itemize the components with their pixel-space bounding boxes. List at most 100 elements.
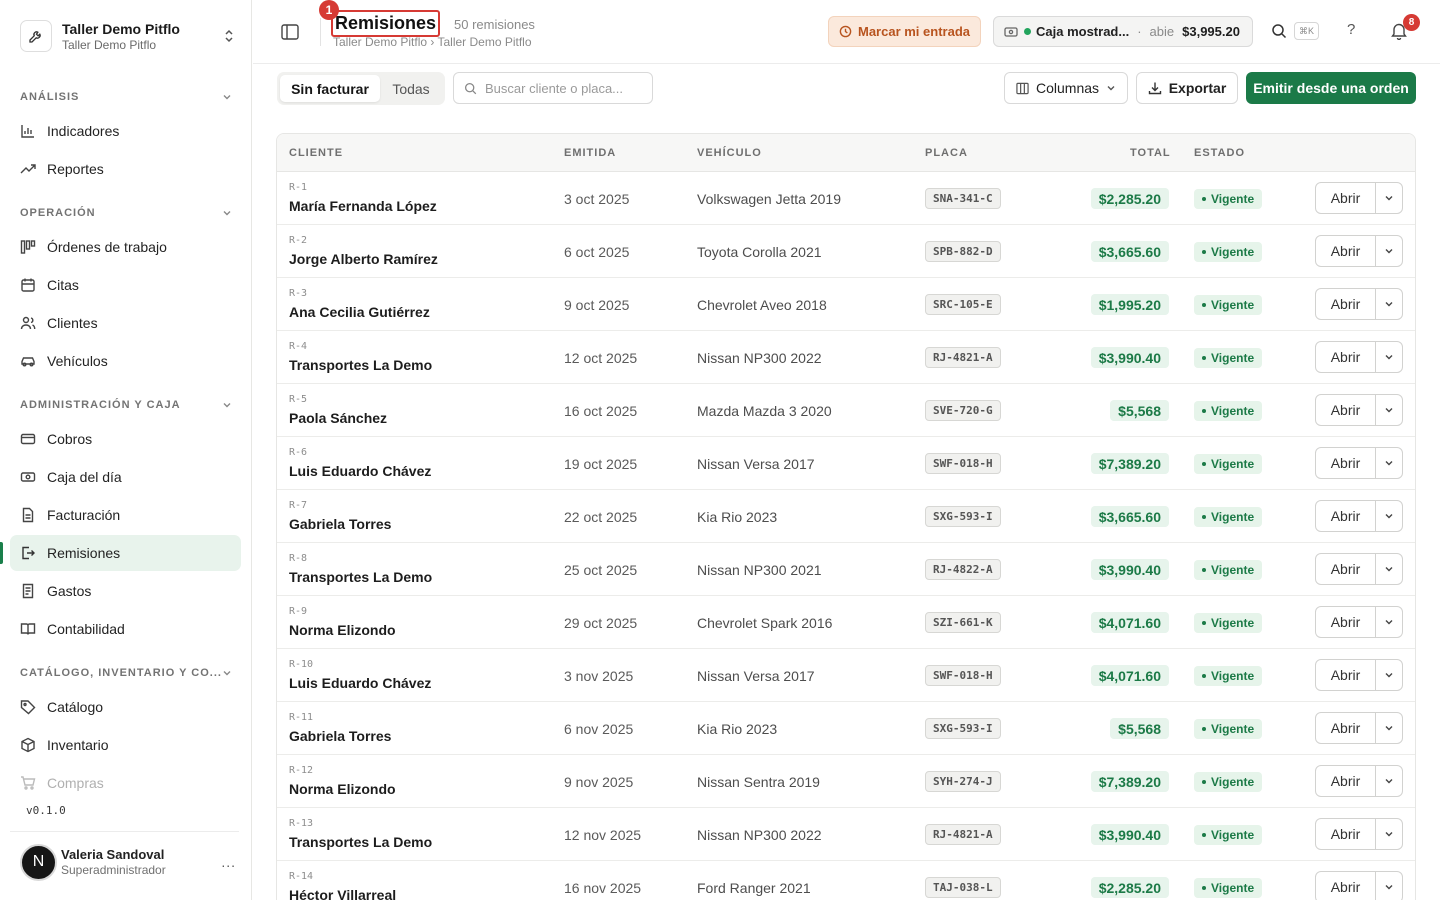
sidebar-item-remisiones[interactable]: Remisiones: [10, 535, 241, 571]
column-header[interactable]: PLACA: [925, 147, 968, 159]
section-operacion[interactable]: OPERACIÓN: [20, 207, 232, 219]
chevron-down-icon[interactable]: [1376, 501, 1402, 531]
remision-id: R-5: [289, 394, 308, 405]
user-menu[interactable]: N Valeria Sandoval Superadministrador ..…: [20, 843, 236, 881]
breadcrumb[interactable]: Taller Demo Pitflo › Taller Demo Pitflo: [333, 35, 532, 49]
export-label: Exportar: [1168, 80, 1227, 96]
chevron-down-icon[interactable]: [1376, 872, 1402, 900]
column-header[interactable]: ESTADO: [1194, 147, 1245, 159]
sidebar-item-vehiculos[interactable]: Vehículos: [10, 343, 241, 379]
chevron-down-icon[interactable]: [1376, 183, 1402, 213]
calendar-icon: [20, 277, 36, 293]
column-header[interactable]: TOTAL: [1130, 147, 1171, 159]
sidebar-item-reportes[interactable]: Reportes: [10, 151, 241, 187]
open-button[interactable]: Abrir: [1316, 766, 1376, 796]
table-row[interactable]: R-2 Jorge Alberto Ramírez 6 oct 2025 Toy…: [277, 225, 1415, 278]
table-row[interactable]: R-8 Transportes La Demo 25 oct 2025 Niss…: [277, 543, 1415, 596]
tab-todas[interactable]: Todas: [380, 75, 442, 102]
remision-id: R-6: [289, 447, 308, 458]
emit-from-order-button[interactable]: Emitir desde una orden: [1246, 72, 1416, 104]
status-label: Vigente: [1211, 881, 1255, 895]
sidebar-item-facturacion[interactable]: Facturación: [10, 497, 241, 533]
table-row[interactable]: R-9 Norma Elizondo 29 oct 2025 Chevrolet…: [277, 596, 1415, 649]
table-row[interactable]: R-6 Luis Eduardo Chávez 19 oct 2025 Niss…: [277, 437, 1415, 490]
help-icon[interactable]: ?: [1347, 21, 1355, 38]
sidebar-item-label: Citas: [47, 277, 79, 293]
column-header[interactable]: EMITIDA: [564, 147, 616, 159]
sidebar-item-cobros[interactable]: Cobros: [10, 421, 241, 457]
chevron-down-icon[interactable]: [1376, 448, 1402, 478]
tab-sin-facturar[interactable]: Sin facturar: [280, 75, 380, 102]
chevron-down-icon[interactable]: [1376, 819, 1402, 849]
open-button[interactable]: Abrir: [1316, 342, 1376, 372]
status-dot: [1202, 780, 1206, 784]
open-button[interactable]: Abrir: [1316, 183, 1376, 213]
sidebar-toggle-icon[interactable]: [280, 22, 300, 42]
chevron-down-icon[interactable]: [1376, 713, 1402, 743]
chevron-down-icon[interactable]: [1376, 342, 1402, 372]
sidebar-item-caja-del-dia[interactable]: Caja del día: [10, 459, 241, 495]
open-button[interactable]: Abrir: [1316, 660, 1376, 690]
chevron-up-down-icon[interactable]: [222, 26, 236, 46]
cash-register-selector[interactable]: Caja mostrad... · abie $3,995.20: [993, 16, 1253, 47]
sidebar-item-inventario[interactable]: Inventario: [10, 727, 241, 763]
table-row[interactable]: R-4 Transportes La Demo 12 oct 2025 Niss…: [277, 331, 1415, 384]
table-row[interactable]: R-14 Héctor Villarreal 16 nov 2025 Ford …: [277, 861, 1415, 900]
sidebar-item-contabilidad[interactable]: Contabilidad: [10, 611, 241, 647]
sidebar-item-indicadores[interactable]: Indicadores: [10, 113, 241, 149]
open-button[interactable]: Abrir: [1316, 713, 1376, 743]
open-button[interactable]: Abrir: [1316, 501, 1376, 531]
table-row[interactable]: R-5 Paola Sánchez 16 oct 2025 Mazda Mazd…: [277, 384, 1415, 437]
vehicle-name: Kia Rio 2023: [697, 509, 778, 525]
section-analisis[interactable]: ANÁLISIS: [20, 91, 232, 103]
sidebar-item-citas[interactable]: Citas: [10, 267, 241, 303]
table-row[interactable]: R-12 Norma Elizondo 9 nov 2025 Nissan Se…: [277, 755, 1415, 808]
open-button[interactable]: Abrir: [1316, 395, 1376, 425]
open-button[interactable]: Abrir: [1316, 819, 1376, 849]
table-row[interactable]: R-10 Luis Eduardo Chávez 3 nov 2025 Niss…: [277, 649, 1415, 702]
table-row[interactable]: R-11 Gabriela Torres 6 nov 2025 Kia Rio …: [277, 702, 1415, 755]
remision-id: R-10: [289, 659, 314, 670]
column-header[interactable]: CLIENTE: [289, 147, 343, 159]
open-button[interactable]: Abrir: [1316, 289, 1376, 319]
sidebar-item-gastos[interactable]: Gastos: [10, 573, 241, 609]
issue-date: 12 nov 2025: [564, 827, 642, 843]
chevron-down-icon[interactable]: [1376, 554, 1402, 584]
more-options-icon[interactable]: ...: [221, 854, 236, 870]
status-dot: [1202, 515, 1206, 519]
chevron-down-icon[interactable]: [1376, 607, 1402, 637]
column-header[interactable]: VEHÍCULO: [697, 147, 762, 159]
search-input[interactable]: [485, 80, 635, 96]
table-row[interactable]: R-13 Transportes La Demo 12 nov 2025 Nis…: [277, 808, 1415, 861]
sidebar-item-compras[interactable]: Compras: [10, 765, 241, 801]
open-button[interactable]: Abrir: [1316, 554, 1376, 584]
chevron-down-icon[interactable]: [1376, 289, 1402, 319]
table-row[interactable]: R-1 María Fernanda López 3 oct 2025 Volk…: [277, 172, 1415, 225]
chevron-down-icon[interactable]: [1376, 660, 1402, 690]
columns-button[interactable]: Columnas: [1004, 72, 1128, 104]
table-row[interactable]: R-7 Gabriela Torres 22 oct 2025 Kia Rio …: [277, 490, 1415, 543]
remision-id: R-3: [289, 288, 308, 299]
sidebar-item-catalogo[interactable]: Catálogo: [10, 689, 241, 725]
clock-in-button[interactable]: Marcar mi entrada: [828, 16, 981, 47]
open-button[interactable]: Abrir: [1316, 872, 1376, 900]
chevron-down-icon[interactable]: [1376, 236, 1402, 266]
chevron-down-icon[interactable]: [1376, 395, 1402, 425]
open-button[interactable]: Abrir: [1316, 448, 1376, 478]
section-administracion[interactable]: ADMINISTRACIÓN Y CAJA: [20, 399, 232, 411]
search-field[interactable]: [453, 72, 653, 104]
sidebar-item-clientes[interactable]: Clientes: [10, 305, 241, 341]
remision-id: R-4: [289, 341, 308, 352]
open-button[interactable]: Abrir: [1316, 607, 1376, 637]
download-icon: [1148, 82, 1161, 95]
export-button[interactable]: Exportar: [1136, 72, 1238, 104]
version-label: v0.1.0: [26, 804, 66, 817]
client-name: Transportes La Demo: [289, 834, 433, 850]
table-row[interactable]: R-3 Ana Cecilia Gutiérrez 9 oct 2025 Che…: [277, 278, 1415, 331]
org-switcher[interactable]: Taller Demo Pitflo Taller Demo Pitflo: [20, 14, 236, 58]
open-button[interactable]: Abrir: [1316, 236, 1376, 266]
chevron-down-icon[interactable]: [1376, 766, 1402, 796]
section-catalogo[interactable]: CATÁLOGO, INVENTARIO Y CO...: [20, 667, 232, 679]
sidebar-item-ordenes[interactable]: Órdenes de trabajo: [10, 229, 241, 265]
search-icon[interactable]: [1271, 23, 1289, 41]
